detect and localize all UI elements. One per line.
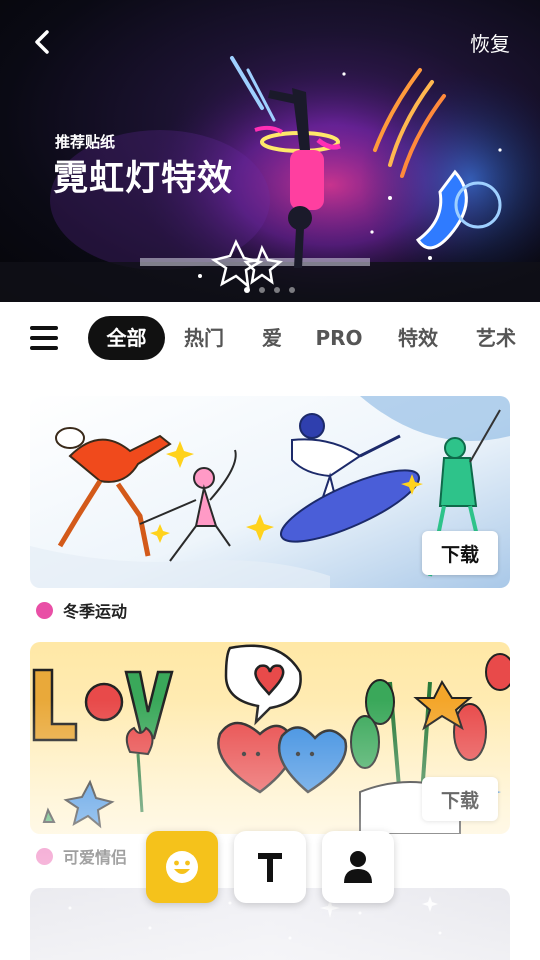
pagination-dot[interactable] [289, 287, 295, 293]
tab-effects[interactable]: 特效 [392, 316, 444, 360]
banner-title: 霓虹灯特效 [53, 159, 234, 199]
pack-name: 冬季运动 [63, 602, 128, 621]
tab-art[interactable]: 艺术 [470, 316, 522, 360]
category-tab-bar: 全部 热门 爱 PRO 特效 艺术 [0, 302, 540, 376]
pack-title-winter-sports: 冬季运动 [36, 598, 127, 622]
tab-love[interactable]: 爱 [254, 316, 290, 360]
sticker-pack-card-winter-sports[interactable]: 下载 [30, 396, 510, 588]
download-button[interactable]: 下载 [422, 531, 498, 575]
download-button[interactable]: 下载 [422, 777, 498, 821]
banner-pagination [244, 287, 295, 293]
tab-hot[interactable]: 热门 [178, 316, 230, 360]
text-icon [258, 853, 282, 882]
menu-icon[interactable] [30, 326, 58, 352]
pagination-dot[interactable] [244, 287, 250, 293]
person-icon [344, 851, 372, 883]
tab-pro[interactable]: PRO [312, 316, 366, 360]
chevron-left-icon [35, 30, 49, 54]
restore-button[interactable]: 恢复 [470, 28, 510, 57]
profile-tab-button[interactable] [322, 831, 394, 903]
pack-name: 可爱情侣 [63, 848, 128, 867]
text-tab-button[interactable] [234, 831, 306, 903]
sticker-pack-card-cute-couple[interactable]: 下载 [30, 642, 510, 834]
banner-kicker: 推荐贴纸 [55, 133, 116, 151]
pack-title-cute-couple: 可爱情侣 [36, 844, 127, 868]
smiley-icon [166, 851, 198, 883]
pagination-dot[interactable] [274, 287, 280, 293]
stickers-tab-button[interactable] [146, 831, 218, 903]
tab-all[interactable]: 全部 [88, 316, 165, 360]
sticker-pack-icon [36, 601, 53, 619]
featured-banner[interactable]: 恢复 推荐贴纸 霓虹灯特效 [0, 0, 540, 302]
back-button[interactable] [22, 22, 62, 62]
sticker-pack-icon [36, 847, 53, 865]
pagination-dot[interactable] [259, 287, 265, 293]
